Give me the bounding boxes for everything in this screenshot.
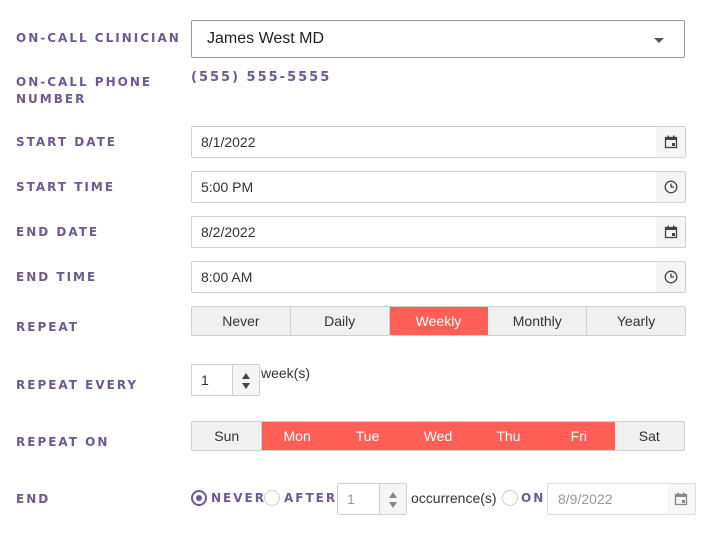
day-wed[interactable]: Wed <box>403 422 474 450</box>
start-time-picker[interactable]: 5:00 PM <box>191 171 686 203</box>
end-after-radio[interactable] <box>264 490 280 506</box>
repeat-interval-value[interactable]: 1 <box>201 372 209 388</box>
stepper-buttons <box>232 365 259 395</box>
day-thu[interactable]: Thu <box>473 422 545 450</box>
repeat-on-label: REPEAT ON <box>16 435 110 449</box>
end-after-label[interactable]: AFTER <box>284 491 337 505</box>
clinician-value: James West MD <box>207 30 325 47</box>
clock-icon[interactable] <box>656 262 685 292</box>
phone-label-line1: ON-CALL PHONE <box>16 75 153 89</box>
stepper-buttons <box>379 484 406 514</box>
day-fri[interactable]: Fri <box>544 422 615 450</box>
end-time-input[interactable]: 8:00 AM <box>192 262 657 292</box>
arrow-up-icon[interactable] <box>242 373 250 379</box>
chevron-down-icon <box>654 38 664 43</box>
repeat-option-monthly[interactable]: Monthly <box>488 307 588 335</box>
start-time-label: START TIME <box>16 180 116 194</box>
calendar-icon[interactable] <box>656 127 685 157</box>
end-never-label[interactable]: NEVER <box>211 491 266 505</box>
repeat-days-group: Sun Mon Tue Wed Thu Fri Sat <box>191 421 685 451</box>
phone-label-line2: NUMBER <box>16 92 87 106</box>
clock-icon[interactable] <box>656 172 685 202</box>
end-on-date-input[interactable]: 8/9/2022 <box>548 484 668 514</box>
phone-value: (555) 555-5555 <box>191 70 332 85</box>
arrow-down-icon[interactable] <box>389 502 397 508</box>
repeat-interval-unit: week(s) <box>261 365 311 381</box>
repeat-option-daily[interactable]: Daily <box>290 307 390 335</box>
day-sat[interactable]: Sat <box>614 422 684 450</box>
repeat-option-yearly[interactable]: Yearly <box>587 307 685 335</box>
calendar-icon[interactable] <box>656 217 685 247</box>
start-date-label: START DATE <box>16 135 117 149</box>
clinician-label: ON-CALL CLINICIAN <box>16 31 181 45</box>
start-time-input[interactable]: 5:00 PM <box>192 172 657 202</box>
end-date-input[interactable]: 8/2/2022 <box>192 217 657 247</box>
end-label: END <box>16 492 51 506</box>
end-on-date-picker[interactable]: 8/9/2022 <box>547 483 696 515</box>
end-time-picker[interactable]: 8:00 AM <box>191 261 686 293</box>
calendar-icon[interactable] <box>667 484 695 514</box>
clinician-dropdown[interactable]: James West MD <box>191 20 685 58</box>
arrow-down-icon[interactable] <box>242 383 250 389</box>
day-tue[interactable]: Tue <box>332 422 404 450</box>
end-on-label[interactable]: ON <box>521 491 545 505</box>
repeat-toggle-group: Never Daily Weekly Monthly Yearly <box>191 306 686 336</box>
day-mon[interactable]: Mon <box>262 422 333 450</box>
repeat-option-weekly[interactable]: Weekly <box>389 307 489 335</box>
end-on-radio[interactable] <box>502 490 518 506</box>
end-date-label: END DATE <box>16 225 100 239</box>
repeat-interval-stepper[interactable]: 1 <box>191 364 260 396</box>
end-after-count-value[interactable]: 1 <box>347 491 355 507</box>
start-date-input[interactable]: 8/1/2022 <box>192 127 657 157</box>
occurrences-label: occurrence(s) <box>411 490 497 506</box>
end-after-count-stepper[interactable]: 1 <box>337 483 407 515</box>
repeat-label: REPEAT <box>16 320 79 334</box>
repeat-every-label: REPEAT EVERY <box>16 378 139 392</box>
end-never-radio[interactable] <box>191 490 207 506</box>
repeat-option-never[interactable]: Never <box>192 307 291 335</box>
arrow-up-icon[interactable] <box>389 492 397 498</box>
end-date-picker[interactable]: 8/2/2022 <box>191 216 686 248</box>
start-date-picker[interactable]: 8/1/2022 <box>191 126 686 158</box>
day-sun[interactable]: Sun <box>192 422 263 450</box>
end-time-label: END TIME <box>16 270 98 284</box>
